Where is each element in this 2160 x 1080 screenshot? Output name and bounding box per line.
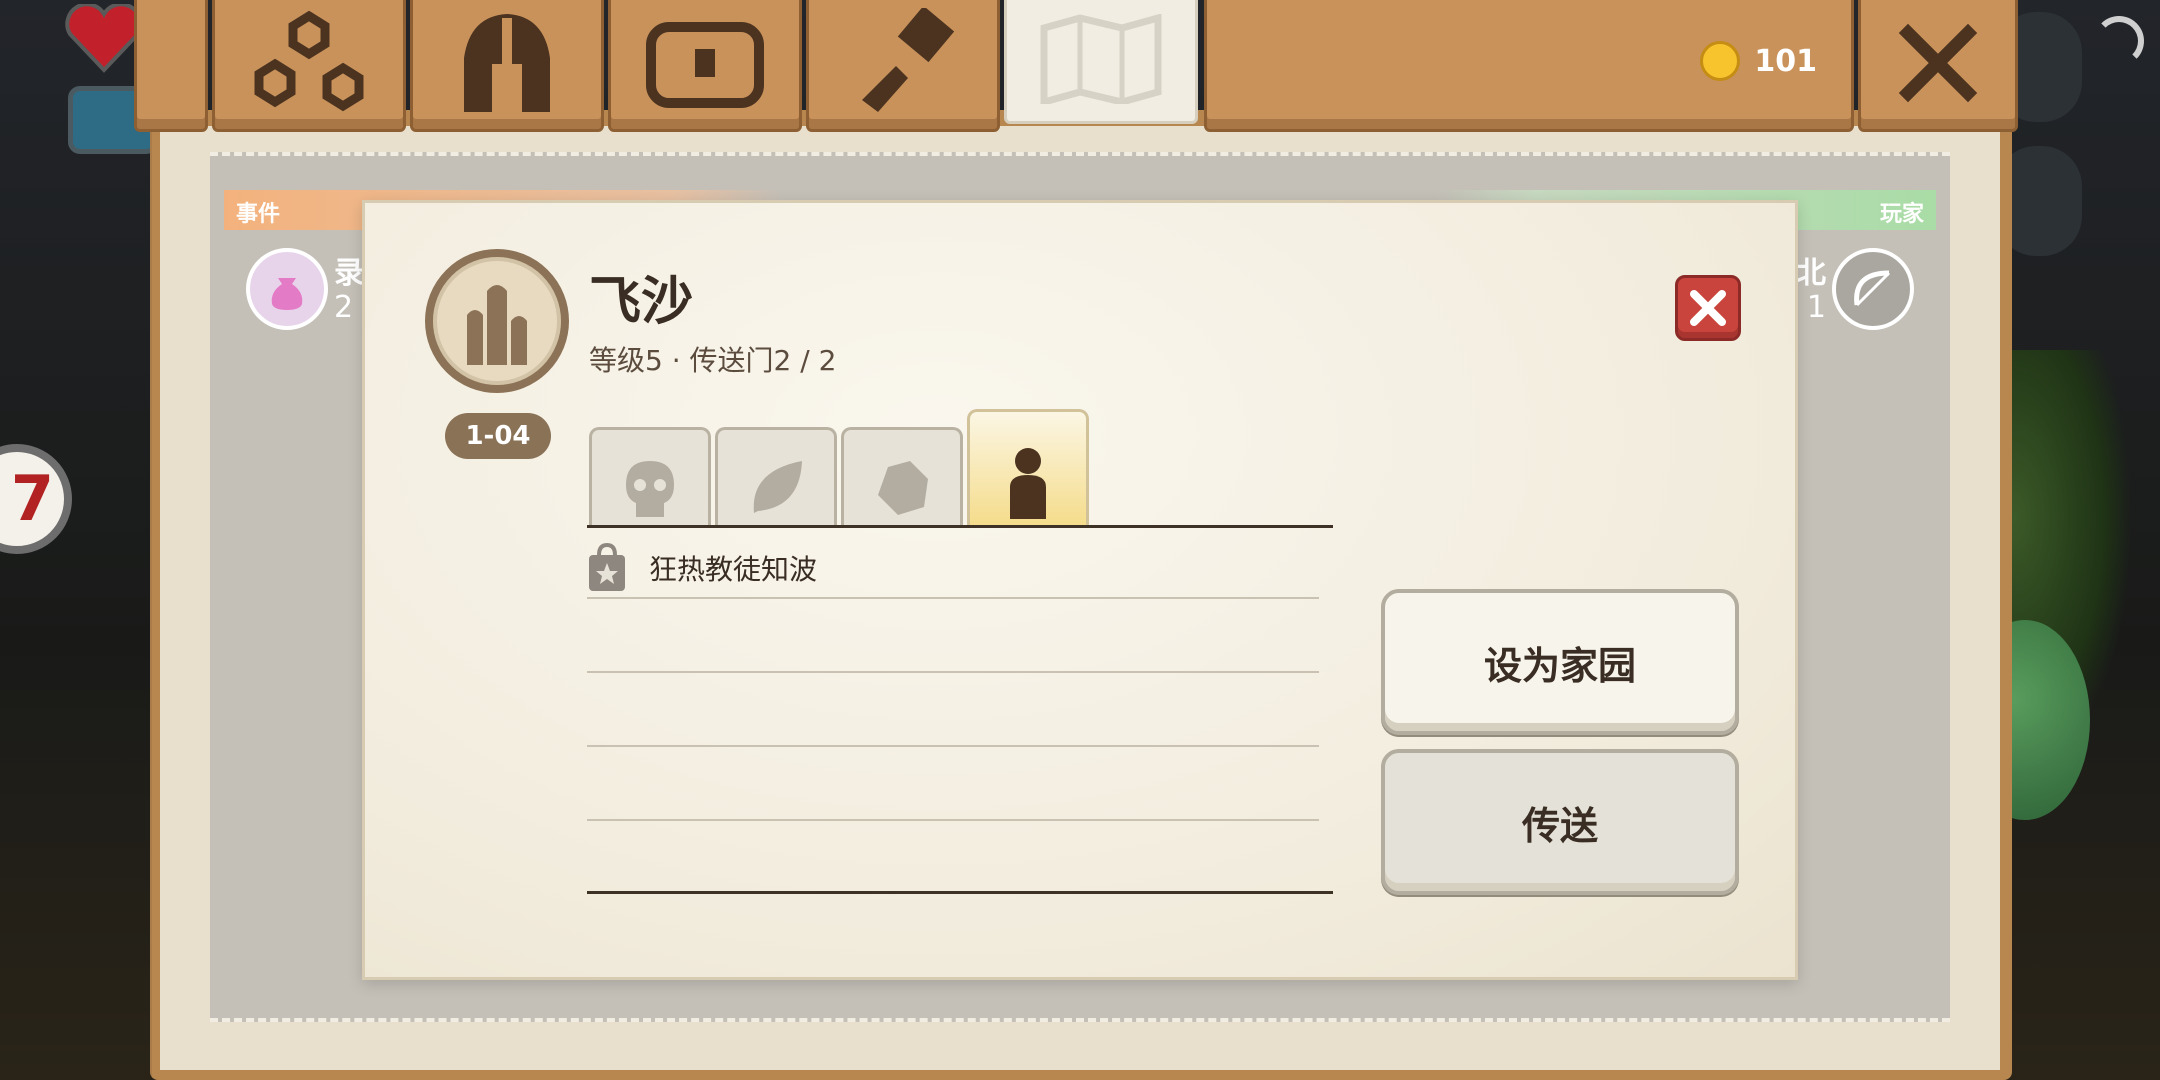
hammer-icon — [862, 8, 955, 112]
close-icon — [1690, 290, 1726, 326]
event-peek-title: 录 — [334, 256, 364, 291]
helmet-icon — [464, 14, 550, 112]
tab-crafting[interactable] — [806, 0, 1000, 132]
close-book-button[interactable] — [1858, 0, 2018, 132]
chest-icon — [646, 22, 764, 108]
tab-map[interactable] — [1004, 0, 1198, 124]
players-label: 玩家 — [1879, 202, 1924, 227]
location-info: 等级5 · 传送门2 / 2 — [589, 344, 837, 377]
person-icon — [1010, 448, 1046, 519]
bag-star-icon — [589, 543, 625, 591]
tab-family-tree[interactable] — [212, 0, 406, 132]
loading-icon — [2094, 16, 2144, 66]
player-peek-title: 北 — [1796, 256, 1826, 291]
tab-plants[interactable] — [715, 427, 837, 527]
tab-enemies[interactable] — [589, 427, 711, 527]
tab-divider — [587, 525, 1333, 528]
leaf-icon — [753, 461, 802, 513]
location-title: 飞沙 — [589, 272, 694, 332]
list-divider — [587, 745, 1319, 747]
list-divider — [587, 819, 1319, 821]
tab-edge — [134, 0, 208, 132]
bow-icon[interactable] — [1832, 248, 1914, 330]
side-badge-icon[interactable]: 7 — [0, 444, 72, 554]
list-divider — [587, 597, 1319, 599]
coin-icon — [1700, 41, 1741, 81]
map-icon — [1040, 14, 1162, 104]
events-label: 事件 — [236, 202, 281, 227]
rock-icon — [878, 461, 928, 515]
currency-panel: 101 — [1204, 0, 1854, 132]
heart-icon — [65, 4, 143, 73]
skull-icon — [626, 461, 674, 517]
cactus-emblem-icon — [425, 249, 569, 393]
set-home-button[interactable]: 设为家园 — [1381, 589, 1739, 735]
zone-id-badge: 1-04 — [445, 413, 551, 459]
top-tab-bar: 101 — [134, 0, 2024, 134]
event-peek-count: 2 — [334, 290, 354, 325]
tab-minerals[interactable] — [841, 427, 963, 527]
list-item-label: 狂热教徒知波 — [649, 553, 818, 586]
close-icon — [1898, 23, 1978, 103]
list-item[interactable]: 狂热教徒知波 — [587, 535, 817, 601]
list-divider — [587, 671, 1319, 673]
tab-inventory[interactable] — [608, 0, 802, 132]
family-tree-icon — [254, 10, 364, 112]
location-popup: 1-04 飞沙 等级5 · 传送门2 / 2 狂热教徒知波 设为家园 传送 — [362, 200, 1798, 980]
teleport-button[interactable]: 传送 — [1381, 749, 1739, 895]
coin-count: 101 — [1754, 43, 1817, 79]
tab-npcs[interactable] — [967, 409, 1089, 527]
close-popup-button[interactable] — [1675, 275, 1741, 341]
list-bottom-border — [587, 891, 1333, 894]
loot-bag-icon[interactable] — [246, 248, 328, 330]
player-peek-count: 1 — [1806, 290, 1826, 325]
tab-equipment[interactable] — [410, 0, 604, 132]
